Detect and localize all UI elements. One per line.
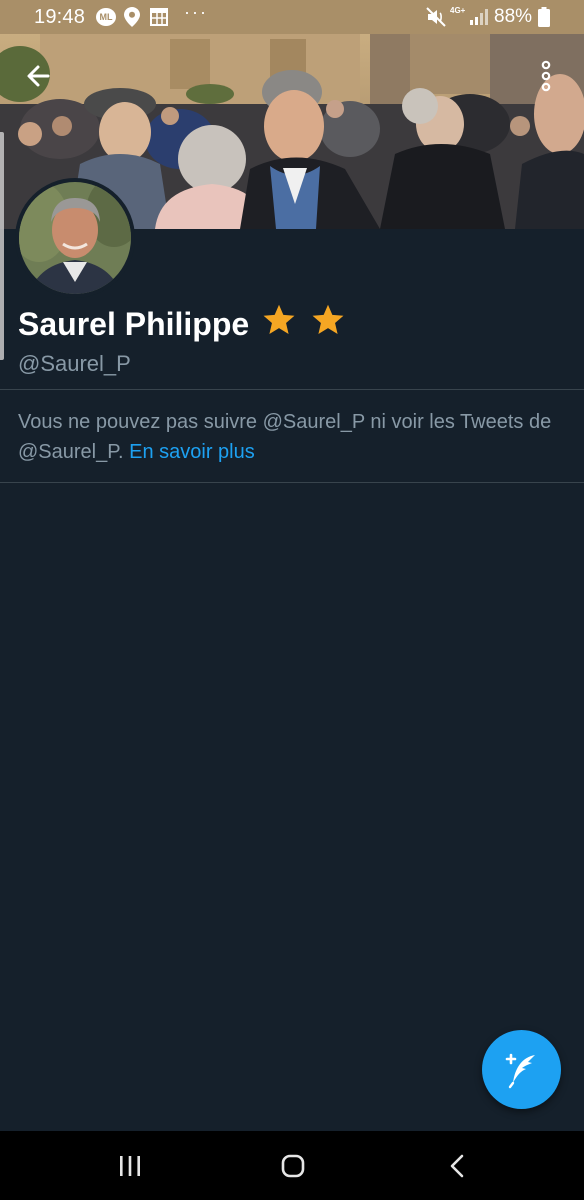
calendar-icon	[150, 8, 168, 32]
home-icon	[281, 1154, 305, 1178]
home-button[interactable]	[271, 1149, 315, 1183]
avatar[interactable]	[15, 178, 135, 298]
profile-handle: @Saurel_P	[18, 351, 131, 376]
network-type-label: 4G+	[450, 6, 466, 15]
system-back-button[interactable]	[435, 1149, 479, 1183]
back-button[interactable]	[18, 54, 62, 98]
divider	[0, 389, 584, 390]
carrier-badge-icon: ML	[96, 8, 116, 26]
compose-tweet-icon	[505, 1053, 535, 1089]
more-vertical-icon	[541, 60, 551, 92]
battery-percent: 88%	[494, 6, 533, 27]
battery-icon	[538, 7, 550, 33]
location-pin-icon	[124, 7, 140, 33]
more-notifications-icon: ···	[184, 2, 208, 22]
mute-icon	[426, 7, 446, 33]
profile-name: Saurel Philippe	[18, 302, 347, 346]
divider	[0, 482, 584, 483]
avatar-photo	[19, 182, 131, 294]
back-icon	[450, 1154, 464, 1178]
more-options-button[interactable]	[526, 54, 566, 98]
profile-screen: 19:48 ML ··· 4G+ 88% Saurel Philippe @Sa…	[0, 0, 584, 1200]
arrow-left-icon	[27, 65, 50, 87]
blocked-notice-text: Vous ne pouvez pas suivre @Saurel_P ni v…	[18, 411, 552, 463]
star-icon	[309, 302, 347, 346]
star-icon	[260, 302, 298, 346]
signal-icon	[470, 9, 488, 31]
blocked-notice: Vous ne pouvez pas suivre @Saurel_P ni v…	[18, 407, 570, 467]
status-time: 19:48	[34, 6, 86, 28]
recents-icon	[120, 1156, 140, 1176]
status-bar: 19:48 ML ··· 4G+ 88%	[0, 0, 584, 34]
system-nav-bar	[0, 1131, 584, 1200]
profile-name-text: Saurel Philippe	[18, 306, 250, 342]
edge-panel-handle[interactable]	[0, 132, 4, 360]
learn-more-link[interactable]: En savoir plus	[129, 441, 255, 463]
recents-button[interactable]	[108, 1149, 152, 1183]
compose-tweet-button[interactable]	[482, 1030, 561, 1109]
